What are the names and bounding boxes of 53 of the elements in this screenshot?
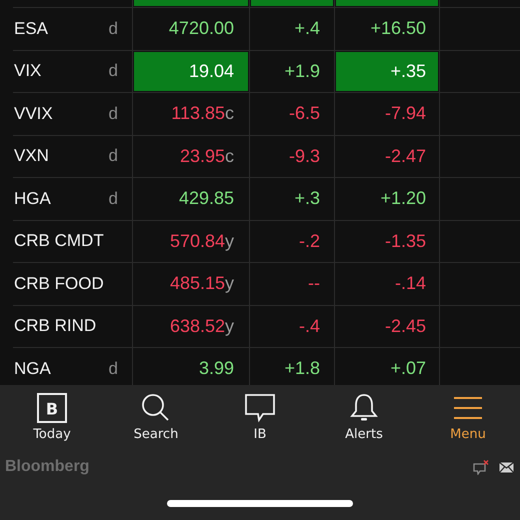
price-cell-text: 429.85: [178, 187, 235, 210]
net-change-cell-text: -2.47: [384, 144, 427, 168]
net-change-cell: +.35: [336, 52, 438, 91]
logo-icon: B: [36, 393, 68, 423]
symbol-name: VVIX: [14, 104, 53, 124]
net-change-cell-text: -7.94: [384, 102, 427, 126]
envelope-icon[interactable]: [499, 462, 514, 472]
net-change-cell-text: +.07: [389, 357, 427, 380]
price-cell-text: 113.85c: [170, 102, 235, 126]
change-cell-text: +.3: [293, 187, 321, 210]
symbol-name: HGA: [14, 188, 51, 209]
tab-bar-item[interactable]: B Today: [0, 393, 104, 455]
source-label: d: [108, 146, 118, 166]
change-cell-text: --: [307, 272, 321, 296]
tab-bar-item[interactable]: Menu: [416, 393, 520, 455]
symbol-name: CRB RIND: [14, 316, 96, 336]
tab-bar-item[interactable]: Alerts: [312, 393, 416, 455]
price-cell-text: 3.99: [198, 357, 235, 380]
price-cell-text: 485.15y: [168, 272, 235, 296]
net-change-cell-text: -1.35: [384, 230, 427, 253]
symbol-name: NGA: [14, 358, 51, 379]
change-cell-text: -.2: [298, 230, 321, 253]
change-cell-text: -6.5: [288, 102, 321, 126]
price-cell-text: 4720.00: [168, 17, 235, 40]
chat-bubble-icon: [244, 393, 276, 423]
bell-icon: [348, 393, 380, 423]
price-cell-text: 638.52y: [168, 314, 235, 338]
source-label: d: [108, 18, 118, 39]
chat-alert-icon[interactable]: [473, 460, 489, 474]
net-change-cell-text: +16.50: [369, 17, 427, 40]
symbol-name: ESA: [14, 18, 48, 39]
change-cell-text: +1.8: [283, 357, 321, 380]
change-cell-text: +.4: [293, 17, 321, 40]
symbol-name: VXN: [14, 146, 49, 166]
net-change-cell-text: -.14: [394, 272, 427, 296]
symbol-name: VIX: [14, 61, 42, 82]
price-cell-text: 23.95c: [178, 144, 235, 168]
tab-bar-item[interactable]: Search: [104, 393, 208, 455]
price-cell-text: 570.84y: [168, 230, 235, 253]
source-label: d: [108, 104, 118, 124]
net-change-cell-text: +1.20: [379, 187, 427, 210]
change-cell-text: -9.3: [288, 144, 321, 168]
net-change-cell-text: -2.45: [384, 314, 427, 338]
source-label: d: [108, 61, 118, 82]
source-label: d: [108, 358, 118, 379]
change-cell-text: +1.9: [283, 60, 321, 83]
brand-name: Bloomberg: [5, 458, 90, 476]
change-cell-text: -.4: [298, 314, 321, 338]
source-label: d: [108, 188, 118, 209]
symbol-name: CRB CMDT: [14, 231, 104, 252]
tab-bar-item[interactable]: IB: [208, 393, 312, 455]
price-cell: 19.04: [134, 52, 248, 91]
symbol-name: CRB FOOD: [14, 274, 104, 294]
